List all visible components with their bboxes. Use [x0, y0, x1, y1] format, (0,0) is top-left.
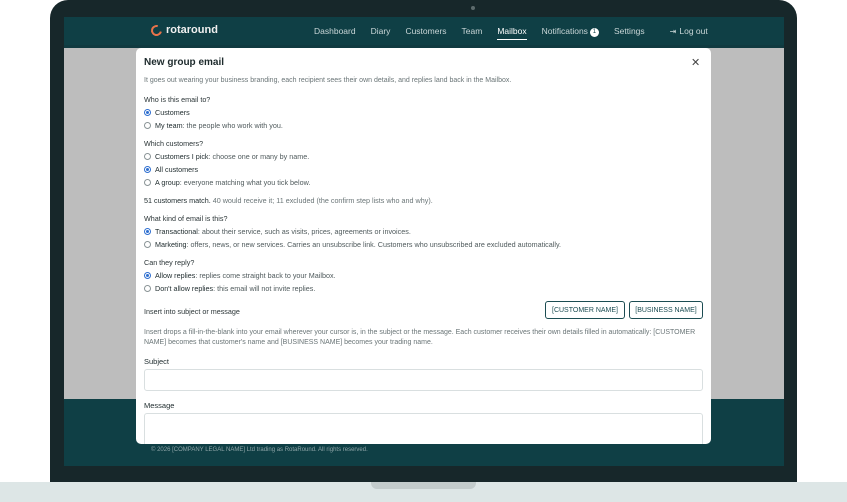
message-textarea[interactable] — [144, 413, 703, 444]
subject-label: Subject — [144, 357, 170, 366]
logo-text: rotaround — [166, 24, 218, 36]
radio-option-a-group[interactable]: A group: everyone matching what you tick… — [144, 178, 310, 187]
radio-icon[interactable] — [144, 179, 151, 186]
laptop-notch — [371, 482, 476, 489]
radio-option-marketing[interactable]: Marketing: offers, news, or new services… — [144, 240, 561, 249]
insert-help-text: Insert drops a fill-in-the-blank into yo… — [144, 329, 696, 346]
option-desc: : about their service, such as visits, p… — [197, 227, 411, 236]
radio-option-dont-allow-replies[interactable]: Don't allow replies: this email will not… — [144, 284, 315, 293]
radio-icon[interactable] — [144, 285, 151, 292]
option-label: Customers — [155, 108, 190, 117]
option-desc: : this email will not invite replies. — [213, 284, 316, 293]
modal-subtitle: It goes out wearing your business brandi… — [144, 77, 512, 84]
radio-selected-icon[interactable] — [144, 272, 151, 279]
notifications-badge: 1 — [589, 27, 599, 37]
option-label: Marketing — [155, 240, 187, 249]
recipients-question: Who is this email to? — [144, 95, 211, 104]
option-label: Transactional — [155, 227, 198, 236]
footer-copyright: © 2026 [COMPANY LEGAL NAME] Ltd trading … — [151, 447, 368, 453]
nav-customers[interactable]: Customers — [405, 26, 446, 36]
nav-notifications-label: Notifications — [541, 25, 588, 36]
top-nav: rotaround Dashboard Diary Customers Team… — [64, 17, 784, 45]
radio-option-all-customers[interactable]: All customers — [144, 165, 198, 174]
radio-icon[interactable] — [144, 122, 151, 129]
option-label: All customers — [155, 165, 199, 174]
radio-selected-icon[interactable] — [144, 166, 151, 173]
nav-dashboard[interactable]: Dashboard — [314, 26, 356, 36]
option-desc: : replies come straight back to your Mai… — [195, 271, 336, 280]
logo[interactable]: rotaround — [148, 22, 218, 38]
logout-label: Log out — [679, 26, 708, 36]
nav-settings[interactable]: Settings — [614, 26, 645, 36]
option-desc: : offers, news, or new services. Carries… — [186, 240, 562, 249]
logo-icon — [148, 22, 165, 38]
radio-selected-icon[interactable] — [144, 109, 151, 116]
camera-dot — [471, 6, 475, 10]
subject-input[interactable] — [144, 369, 703, 391]
insert-label: Insert into subject or message — [144, 307, 240, 316]
nav-diary[interactable]: Diary — [371, 26, 391, 36]
option-label: Don't allow replies — [155, 284, 214, 293]
option-label: My team — [155, 121, 183, 130]
radio-option-customers-i-pick[interactable]: Customers I pick: choose one or many by … — [144, 152, 309, 161]
nav-notifications[interactable]: Notifications 1 — [542, 26, 599, 37]
logout-link[interactable]: ⇥ Log out — [670, 26, 708, 36]
reply-question: Can they reply? — [144, 258, 195, 267]
logout-icon: ⇥ — [669, 27, 677, 36]
match-count: 51 customers match. — [144, 196, 211, 205]
match-detail: 40 would receive it; 11 excluded (the co… — [210, 196, 433, 205]
message-label: Message — [144, 401, 175, 410]
option-desc: : everyone matching what you tick below. — [179, 178, 311, 187]
radio-option-allow-replies[interactable]: Allow replies: replies come straight bac… — [144, 271, 336, 280]
radio-icon[interactable] — [144, 153, 151, 160]
radio-icon[interactable] — [144, 241, 151, 248]
option-desc: : choose one or many by name. — [208, 152, 310, 161]
group-email-modal: New group email ✕ It goes out wearing yo… — [136, 48, 711, 444]
insert-business-name-button[interactable]: [BUSINESS NAME] — [629, 301, 703, 319]
radio-option-my-team[interactable]: My team: the people who work with you. — [144, 121, 283, 130]
option-desc: : the people who work with you. — [182, 121, 283, 130]
match-summary: 51 customers match. 40 would receive it;… — [144, 196, 433, 205]
nav-team[interactable]: Team — [462, 26, 483, 36]
modal-title: New group email — [144, 57, 225, 68]
kind-question: What kind of email is this? — [144, 214, 228, 223]
nav-links: Dashboard Diary Customers Team Mailbox N… — [314, 17, 723, 45]
close-icon[interactable]: ✕ — [691, 56, 700, 70]
nav-mailbox[interactable]: Mailbox — [497, 26, 527, 40]
radio-option-customers[interactable]: Customers — [144, 108, 190, 117]
radio-option-transactional[interactable]: Transactional: about their service, such… — [144, 227, 411, 236]
radio-selected-icon[interactable] — [144, 228, 151, 235]
option-label: Customers I pick — [155, 152, 209, 161]
option-label: A group — [155, 178, 180, 187]
option-label: Allow replies — [155, 271, 196, 280]
which-customers-question: Which customers? — [144, 139, 204, 148]
insert-customer-name-button[interactable]: [CUSTOMER NAME] — [545, 301, 625, 319]
